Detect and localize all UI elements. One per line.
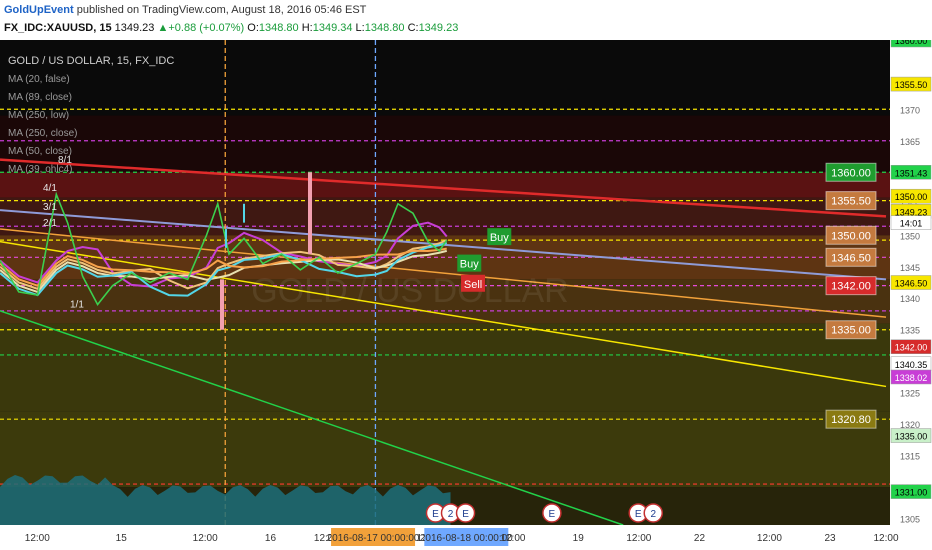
zone-band-1 bbox=[0, 172, 890, 198]
murray-label: 4/1 bbox=[43, 183, 57, 194]
y-tick-label: 1335 bbox=[900, 326, 920, 336]
y-tick-label: 1325 bbox=[900, 389, 920, 399]
x-tick-label: 15 bbox=[116, 533, 128, 544]
axis-price-badge-text: 1342.00 bbox=[895, 343, 928, 353]
price-chart[interactable]: GOLD / US DOLLAR GOLD / US DOLLAR, 15, F… bbox=[0, 40, 932, 550]
axis-price-badge-text: 1340.35 bbox=[895, 360, 928, 370]
y-tick-label: 1350 bbox=[900, 231, 920, 241]
low-value: 1348.80 bbox=[364, 22, 405, 34]
level-label-text: 1360.00 bbox=[831, 167, 871, 179]
x-tick-label: 19 bbox=[573, 533, 585, 544]
x-tick-label: 12:00 bbox=[193, 533, 218, 544]
zone-band-0 bbox=[0, 115, 890, 173]
axis-price-badge-text: 1331.00 bbox=[895, 488, 928, 498]
ma-legend-item[interactable]: MA (89, close) bbox=[8, 92, 72, 103]
axis-price-badge-text: 1360.00 bbox=[895, 40, 928, 46]
murray-label: 2/1 bbox=[43, 218, 57, 229]
x-tick-label: 12:00 bbox=[25, 533, 50, 544]
news-flag-label: E bbox=[635, 509, 642, 520]
axis-price-badge-text: 1351.43 bbox=[895, 168, 928, 178]
high-value: 1349.34 bbox=[312, 22, 353, 34]
zone-band-5 bbox=[0, 323, 890, 412]
close-value: 1349.23 bbox=[418, 22, 459, 34]
ma-legend-item[interactable]: MA (250, low) bbox=[8, 110, 69, 121]
axis-price-badge-text: 1355.50 bbox=[895, 80, 928, 90]
axis-price-badge-text: 1338.02 bbox=[895, 373, 928, 383]
publish-line: GoldUpEvent published on TradingView.com… bbox=[4, 4, 366, 16]
signal-label: Sell bbox=[464, 279, 482, 291]
x-tick-label: 2016-08-17 00:00:00 bbox=[327, 533, 420, 544]
y-tick-label: 1315 bbox=[900, 452, 920, 462]
axis-price-badge-text: 14:01 bbox=[900, 219, 923, 229]
open-label: O: bbox=[247, 22, 259, 34]
open-value: 1348.80 bbox=[258, 22, 299, 34]
news-flag-label: 2 bbox=[448, 509, 454, 520]
y-tick-label: 1305 bbox=[900, 515, 920, 525]
murray-label: 8/1 bbox=[58, 155, 72, 166]
y-tick-label: 1340 bbox=[900, 294, 920, 304]
publish-info: published on TradingView.com, August 18,… bbox=[76, 4, 367, 16]
zone-band-6 bbox=[0, 411, 890, 488]
news-flag-label: E bbox=[432, 509, 439, 520]
last-price: 1349.23 bbox=[114, 22, 155, 34]
news-flag-label: E bbox=[462, 509, 469, 520]
x-tick-label: 12:00 bbox=[873, 533, 898, 544]
x-tick-label: 12:00 bbox=[626, 533, 651, 544]
level-label-text: 1350.00 bbox=[831, 230, 871, 242]
signal-label: Buy bbox=[490, 232, 509, 244]
close-label: C: bbox=[407, 22, 419, 34]
low-label: L: bbox=[355, 22, 365, 34]
level-label-text: 1355.50 bbox=[831, 196, 871, 208]
news-flag-label: 2 bbox=[650, 509, 656, 520]
axis-price-badge-text: 1335.00 bbox=[895, 432, 928, 442]
level-label-text: 1346.50 bbox=[831, 252, 871, 264]
murray-label: 3/1 bbox=[43, 202, 57, 213]
level-label-text: 1335.00 bbox=[831, 325, 871, 337]
ma-legend-item[interactable]: MA (250, close) bbox=[8, 128, 77, 139]
x-tick-label: 22 bbox=[694, 533, 706, 544]
murray-label: 1/1 bbox=[70, 300, 84, 311]
x-tick-label: 2016-08-18 00:00:00 bbox=[420, 533, 513, 544]
axis-price-badge-text: 1350.00 bbox=[895, 192, 928, 202]
up-arrow-icon: ▲ bbox=[157, 22, 169, 34]
level-label-text: 1320.80 bbox=[831, 414, 871, 426]
chart-watermark: GOLD / US DOLLAR bbox=[251, 272, 568, 310]
level-label-text: 1342.00 bbox=[831, 281, 871, 293]
author-name[interactable]: GoldUpEvent bbox=[4, 4, 74, 16]
y-tick-label: 1370 bbox=[900, 105, 920, 115]
chart-title: GOLD / US DOLLAR, 15, FX_IDC bbox=[8, 55, 174, 67]
signal-label: Buy bbox=[460, 259, 479, 271]
ohlc-line: FX_IDC:XAUUSD, 15 1349.23 ▲+0.88 (+0.07%… bbox=[4, 22, 458, 34]
news-flag-label: E bbox=[549, 509, 556, 520]
chart-header: GoldUpEvent published on TradingView.com… bbox=[0, 0, 932, 40]
zone-band-2 bbox=[0, 197, 890, 236]
y-tick-label: 1345 bbox=[900, 263, 920, 273]
y-tick-label: 1365 bbox=[900, 137, 920, 147]
price-change: +0.88 (+0.07%) bbox=[168, 22, 245, 34]
axis-price-badge-text: 1346.50 bbox=[895, 279, 928, 289]
x-tick-label: 16 bbox=[265, 533, 277, 544]
symbol-label: FX_IDC:XAUUSD, 15 bbox=[4, 22, 112, 34]
x-tick-label: 12:00 bbox=[757, 533, 782, 544]
x-tick-label: 12:00 bbox=[500, 533, 525, 544]
x-tick-label: 23 bbox=[824, 533, 836, 544]
high-label: H: bbox=[301, 22, 313, 34]
ma-legend-item[interactable]: MA (20, false) bbox=[8, 74, 70, 85]
